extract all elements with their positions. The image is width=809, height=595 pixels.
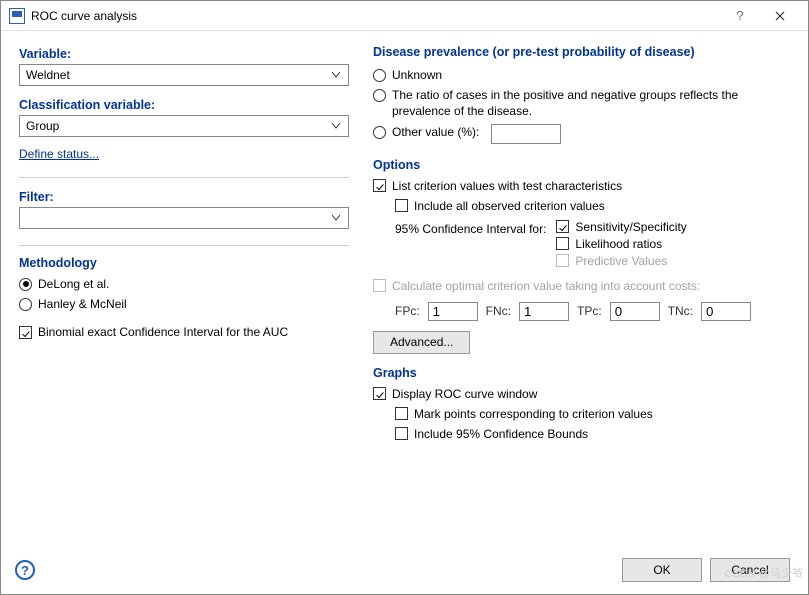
prevalence-ratio-radio[interactable]: The ratio of cases in the positive and n…	[373, 87, 790, 119]
tpc-input[interactable]	[610, 302, 660, 321]
include-all-checkbox[interactable]: Include all observed criterion values	[395, 199, 790, 213]
mark-points-checkbox[interactable]: Mark points corresponding to criterion v…	[395, 407, 790, 421]
prevalence-other-label: Other value (%):	[392, 124, 479, 140]
include-cb-label: Include 95% Confidence Bounds	[414, 427, 588, 441]
close-icon	[775, 11, 785, 21]
prevalence-heading: Disease prevalence (or pre-test probabil…	[373, 45, 790, 59]
help-button[interactable]: ?	[720, 2, 760, 30]
checkbox-icon	[556, 220, 569, 233]
checkbox-icon	[19, 326, 32, 339]
help-icon[interactable]: ?	[15, 560, 35, 580]
fnc-input[interactable]	[519, 302, 569, 321]
variable-label: Variable:	[19, 47, 349, 61]
ci-sens-spec-checkbox[interactable]: Sensitivity/Specificity	[556, 220, 686, 234]
ci-label: 95% Confidence Interval for:	[395, 220, 546, 236]
fpc-label: FPc:	[395, 304, 420, 318]
checkbox-icon	[556, 237, 569, 250]
checkbox-icon	[395, 407, 408, 420]
ci-lr-checkbox[interactable]: Likelihood ratios	[556, 237, 686, 251]
prevalence-other-input[interactable]	[491, 124, 561, 144]
titlebar: ROC curve analysis ?	[1, 1, 808, 31]
binomial-ci-checkbox[interactable]: Binomial exact Confidence Interval for t…	[19, 325, 349, 339]
radio-icon	[19, 278, 32, 291]
window-title: ROC curve analysis	[31, 9, 137, 23]
radio-icon	[373, 89, 386, 102]
ci-lr-label: Likelihood ratios	[575, 237, 662, 251]
graphs-heading: Graphs	[373, 366, 790, 380]
ok-button[interactable]: OK	[622, 558, 702, 582]
binomial-ci-label: Binomial exact Confidence Interval for t…	[38, 325, 288, 339]
radio-icon	[373, 126, 386, 139]
checkbox-icon	[395, 427, 408, 440]
calc-optimal-checkbox: Calculate optimal criterion value taking…	[373, 279, 790, 293]
tnc-input[interactable]	[701, 302, 751, 321]
fpc-input[interactable]	[428, 302, 478, 321]
define-status-link[interactable]: Define status...	[19, 147, 349, 161]
advanced-button[interactable]: Advanced...	[373, 331, 470, 354]
close-button[interactable]	[760, 2, 800, 30]
classification-variable-combo[interactable]: Group	[19, 115, 349, 137]
list-criterion-checkbox[interactable]: List criterion values with test characte…	[373, 179, 790, 193]
tpc-label: TPc:	[577, 304, 602, 318]
chevron-down-icon	[328, 123, 344, 129]
prevalence-ratio-label: The ratio of cases in the positive and n…	[392, 87, 752, 119]
divider	[19, 177, 349, 178]
include-all-label: Include all observed criterion values	[414, 199, 605, 213]
method-hanley-label: Hanley & McNeil	[38, 297, 127, 311]
display-roc-label: Display ROC curve window	[392, 387, 537, 401]
ci-pv-checkbox: Predictive Values	[556, 254, 686, 268]
checkbox-icon	[395, 199, 408, 212]
calc-optimal-label: Calculate optimal criterion value taking…	[392, 279, 700, 293]
tnc-label: TNc:	[668, 304, 693, 318]
ci-sens-spec-label: Sensitivity/Specificity	[575, 220, 686, 234]
chevron-down-icon	[328, 215, 344, 221]
prevalence-unknown-label: Unknown	[392, 67, 442, 83]
divider	[19, 245, 349, 246]
mark-points-label: Mark points corresponding to criterion v…	[414, 407, 653, 421]
fnc-label: FNc:	[486, 304, 511, 318]
app-icon	[9, 8, 25, 24]
radio-icon	[19, 298, 32, 311]
radio-icon	[373, 69, 386, 82]
variable-combo[interactable]: Weldnet	[19, 64, 349, 86]
chevron-down-icon	[328, 72, 344, 78]
dialog-footer: ? OK Cancel	[1, 546, 808, 594]
filter-label: Filter:	[19, 190, 349, 204]
method-delong-label: DeLong et al.	[38, 277, 109, 291]
checkbox-icon	[373, 387, 386, 400]
prevalence-other-radio[interactable]: Other value (%):	[373, 124, 790, 144]
variable-value: Weldnet	[26, 68, 328, 82]
checkbox-icon	[556, 254, 569, 267]
display-roc-checkbox[interactable]: Display ROC curve window	[373, 387, 790, 401]
method-delong-radio[interactable]: DeLong et al.	[19, 277, 349, 291]
checkbox-icon	[373, 279, 386, 292]
checkbox-icon	[373, 179, 386, 192]
include-cb-checkbox[interactable]: Include 95% Confidence Bounds	[395, 427, 790, 441]
filter-combo[interactable]	[19, 207, 349, 229]
ci-pv-label: Predictive Values	[575, 254, 667, 268]
cancel-button[interactable]: Cancel	[710, 558, 790, 582]
prevalence-unknown-radio[interactable]: Unknown	[373, 67, 790, 83]
methodology-heading: Methodology	[19, 256, 349, 270]
classification-variable-label: Classification variable:	[19, 98, 349, 112]
options-heading: Options	[373, 158, 790, 172]
classification-variable-value: Group	[26, 119, 328, 133]
method-hanley-radio[interactable]: Hanley & McNeil	[19, 297, 349, 311]
list-criterion-label: List criterion values with test characte…	[392, 179, 622, 193]
